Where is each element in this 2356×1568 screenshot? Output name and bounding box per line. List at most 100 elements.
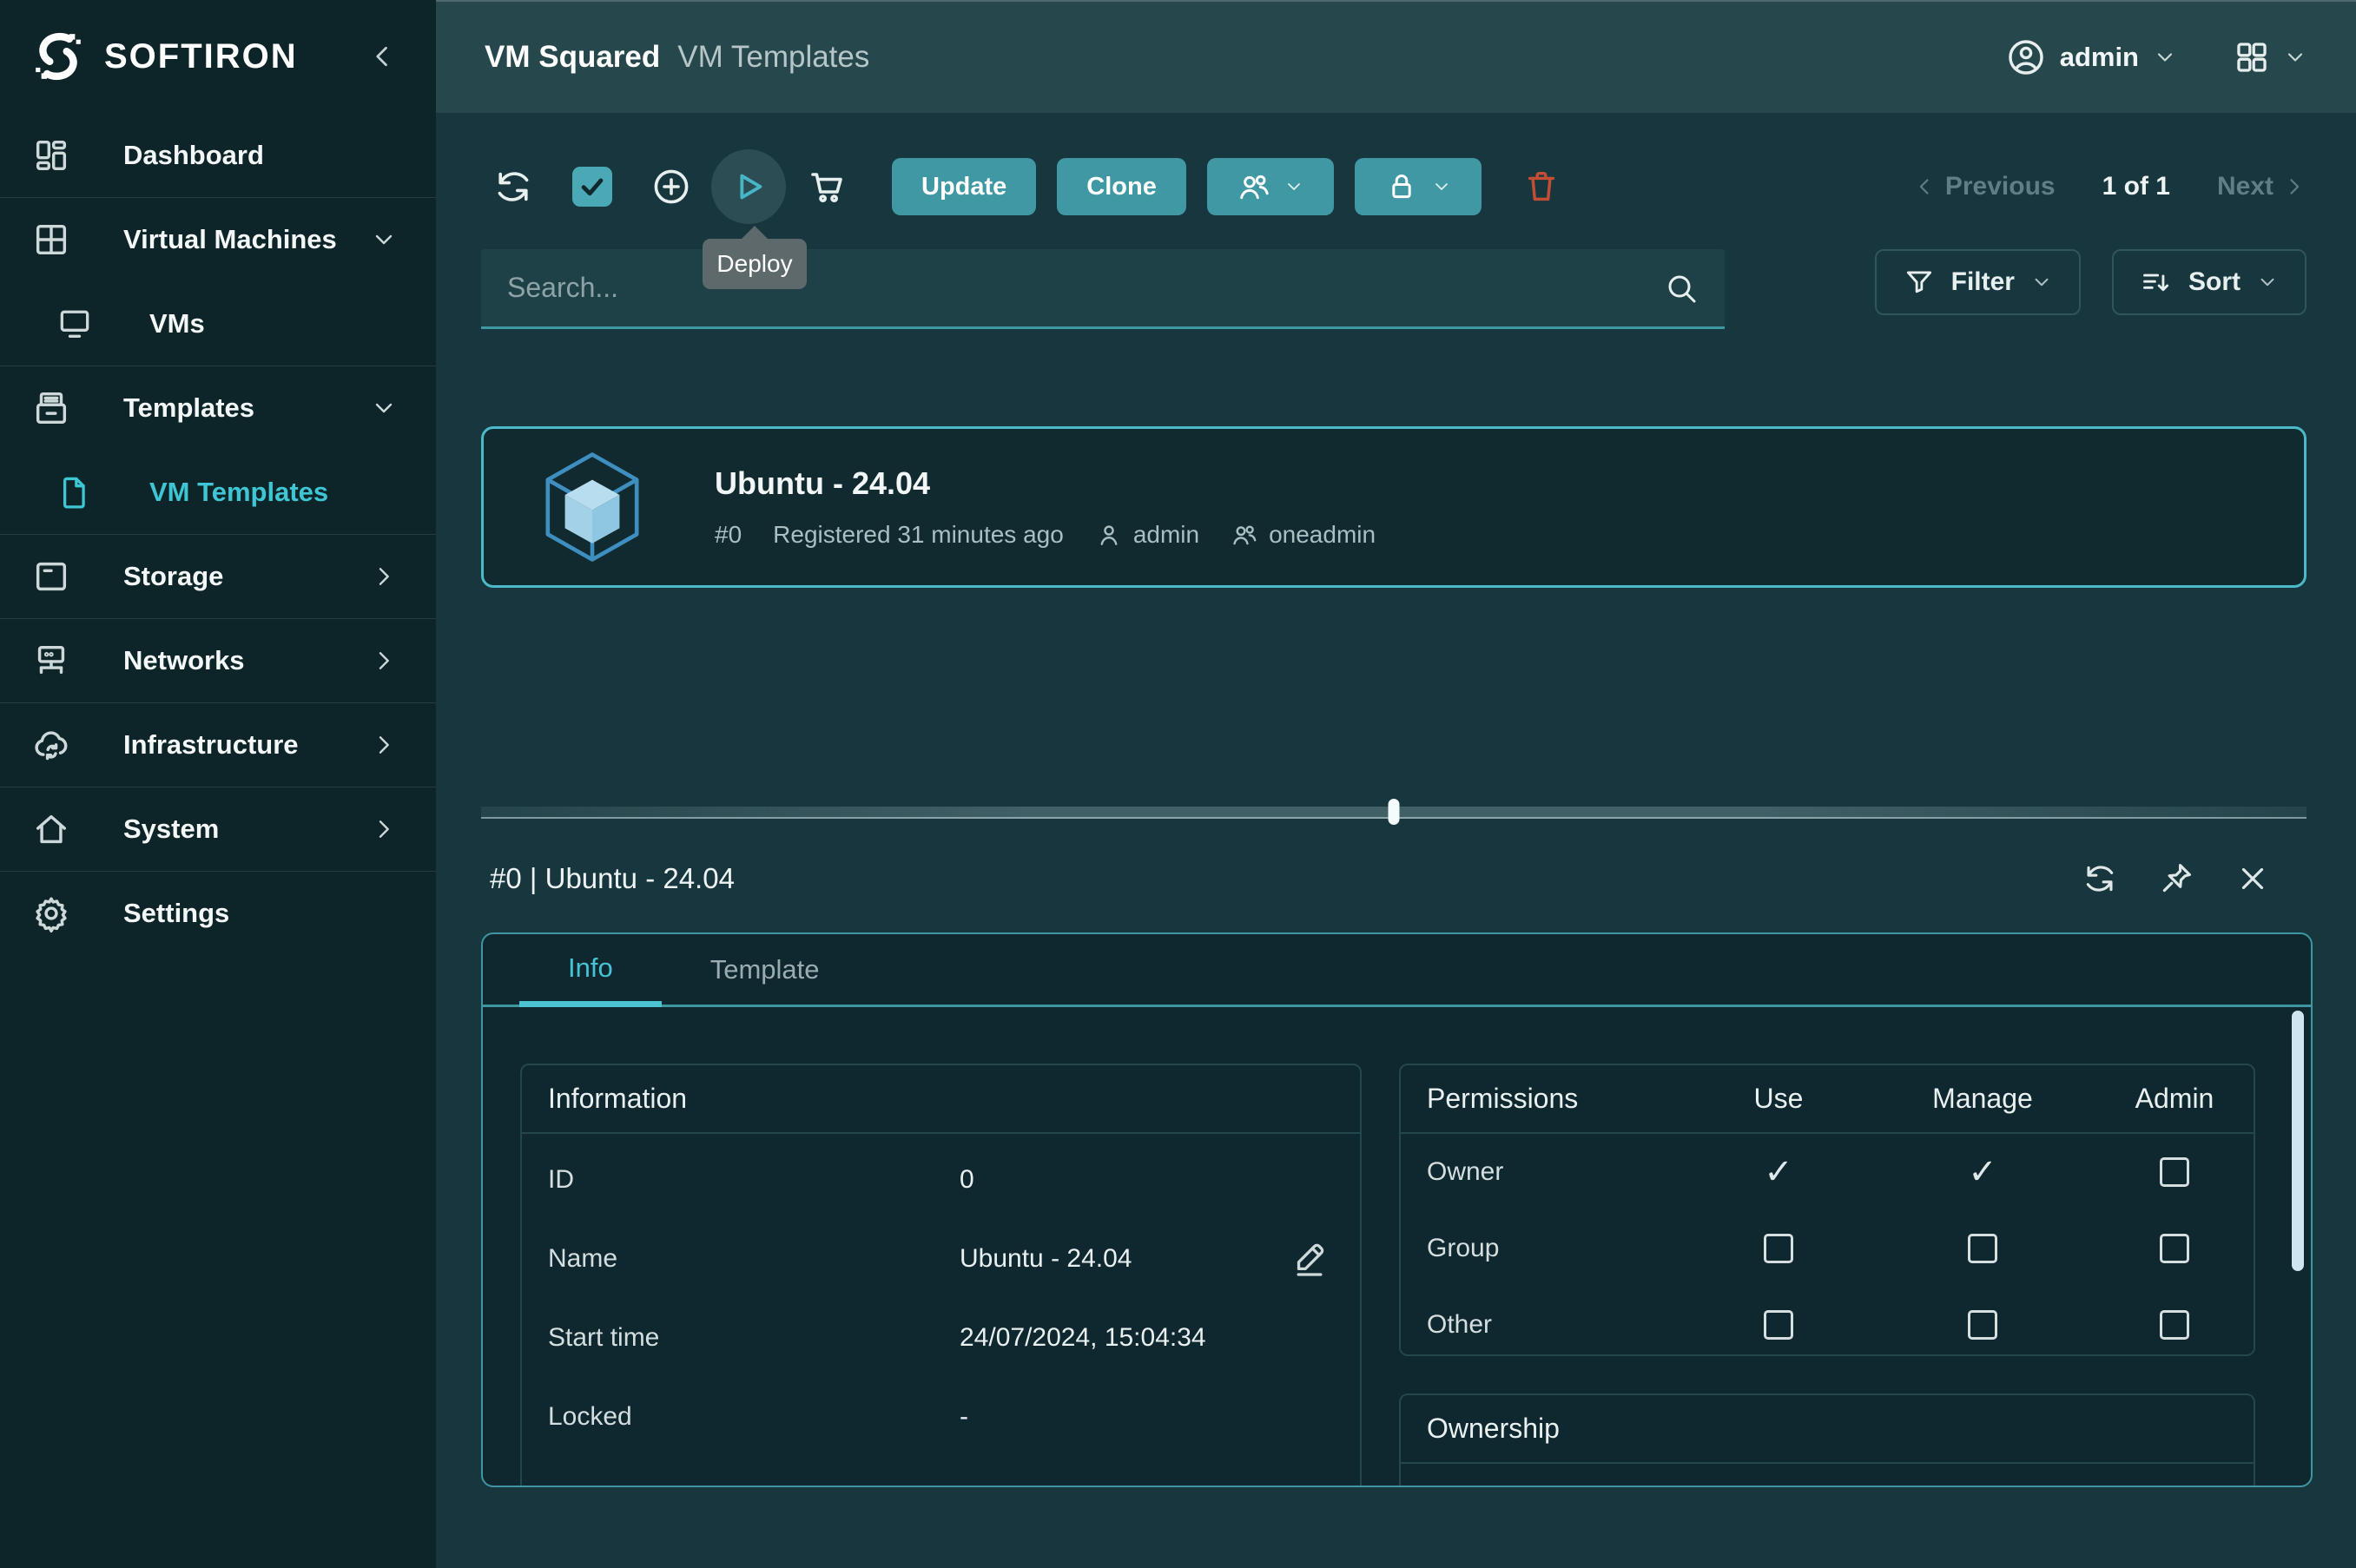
- networks-icon: [31, 641, 71, 681]
- sidebar-item-settings[interactable]: Settings: [0, 871, 436, 955]
- detail-panel-title: #0 | Ubuntu - 24.04: [490, 862, 735, 895]
- sidebar-header: SOFTIRON: [0, 0, 436, 113]
- refresh-icon[interactable]: [492, 166, 534, 208]
- chevron-left-icon: [1912, 175, 1937, 199]
- pagination: Previous 1 of 1 Next: [1912, 150, 2307, 223]
- brand-name: SOFTIRON: [104, 37, 366, 76]
- next-button[interactable]: Next: [2217, 172, 2307, 201]
- deploy-button[interactable]: [711, 149, 786, 224]
- grid-icon: [2233, 38, 2271, 76]
- permissions-title: Permissions: [1427, 1083, 1687, 1115]
- info-value: 0: [960, 1165, 1290, 1195]
- check-icon: [577, 172, 607, 201]
- cart-icon[interactable]: [807, 166, 848, 208]
- detail-panel-header: #0 | Ubuntu - 24.04: [481, 847, 2313, 911]
- chevron-down-icon: [370, 226, 398, 254]
- template-title: Ubuntu - 24.04: [715, 465, 1376, 502]
- checkbox-unchecked[interactable]: [1764, 1234, 1793, 1263]
- filter-button[interactable]: Filter: [1875, 249, 2081, 315]
- template-group-name: oneadmin: [1269, 521, 1376, 549]
- people-icon: [1237, 169, 1271, 204]
- chevron-down-icon: [2256, 271, 2279, 293]
- sidebar-item-label: VM Templates: [149, 477, 398, 508]
- user-menu[interactable]: admin: [2006, 37, 2177, 77]
- panel-scrollbar[interactable]: [2292, 1011, 2304, 1271]
- permissions-col-admin: Admin: [2095, 1083, 2254, 1115]
- deploy-tooltip: Deploy: [703, 239, 807, 289]
- ownership-dropdown-button[interactable]: [1207, 158, 1334, 215]
- permissions-row-label: Other: [1427, 1310, 1687, 1340]
- edit-icon[interactable]: [1290, 1240, 1329, 1278]
- main-content: Update Clone Previous 1 of 1 Next: [436, 113, 2356, 1568]
- previous-label: Previous: [1945, 172, 2056, 201]
- tab-info[interactable]: Info: [519, 934, 662, 1007]
- ownership-row-owner: Owner admin: [1401, 1474, 2254, 1487]
- delete-icon[interactable]: [1521, 167, 1561, 207]
- person-icon: [1095, 521, 1123, 549]
- lock-dropdown-button[interactable]: [1355, 158, 1482, 215]
- checkbox-unchecked[interactable]: [2160, 1234, 2189, 1263]
- info-label: ID: [548, 1165, 960, 1195]
- sidebar-item-dashboard[interactable]: Dashboard: [0, 113, 436, 197]
- update-button-label: Update: [921, 173, 1006, 201]
- apps-menu[interactable]: [2233, 38, 2307, 76]
- tab-template[interactable]: Template: [662, 934, 868, 1005]
- ownership-title: Ownership: [1401, 1395, 2254, 1464]
- sort-button[interactable]: Sort: [2112, 249, 2307, 315]
- user-circle-icon: [2006, 37, 2046, 77]
- ownership-section: Ownership Owner admin: [1399, 1393, 2255, 1487]
- sidebar-item-label: Storage: [123, 561, 370, 592]
- sidebar-item-templates[interactable]: Templates: [0, 366, 436, 450]
- permissions-col-manage: Manage: [1870, 1083, 2095, 1115]
- close-icon[interactable]: [2234, 860, 2271, 897]
- checkbox-unchecked[interactable]: [1764, 1310, 1793, 1340]
- permissions-row-other: Other: [1401, 1287, 2254, 1363]
- chevron-down-icon: [1431, 176, 1452, 197]
- sort-icon: [2140, 266, 2173, 299]
- checkbox-unchecked[interactable]: [1968, 1310, 1997, 1340]
- sidebar-item-vm-templates[interactable]: VM Templates: [0, 450, 436, 534]
- template-owner: admin: [1095, 521, 1199, 549]
- sidebar-item-infrastructure[interactable]: Infrastructure: [0, 702, 436, 787]
- info-row-name: Name Ubuntu - 24.04: [522, 1225, 1360, 1292]
- sort-label: Sort: [2188, 267, 2241, 297]
- sidebar-collapse-icon[interactable]: [366, 41, 398, 72]
- checkbox-unchecked[interactable]: [2160, 1157, 2189, 1187]
- search-bar: [481, 249, 1725, 329]
- pin-icon[interactable]: [2158, 860, 2194, 897]
- template-id: #0: [715, 521, 742, 549]
- chevron-down-icon: [2283, 45, 2307, 69]
- previous-button[interactable]: Previous: [1912, 172, 2056, 201]
- add-template-icon[interactable]: [650, 166, 692, 208]
- checkmark-icon[interactable]: ✓: [1968, 1155, 1997, 1189]
- detail-panel: Info Template Information ID 0 Name Ubun…: [481, 932, 2313, 1487]
- search-input[interactable]: [507, 272, 1664, 304]
- sidebar-item-vms[interactable]: VMs: [0, 281, 436, 366]
- refresh-icon[interactable]: [2082, 860, 2118, 897]
- checkbox-unchecked[interactable]: [1968, 1234, 1997, 1263]
- chevron-down-icon: [2153, 45, 2177, 69]
- clone-button[interactable]: Clone: [1057, 158, 1186, 215]
- sidebar-item-system[interactable]: System: [0, 787, 436, 871]
- breadcrumb: VM Templates: [677, 40, 869, 75]
- template-card[interactable]: Ubuntu - 24.04 #0 Registered 31 minutes …: [481, 426, 2307, 588]
- topbar: VM Squared VM Templates admin: [436, 0, 2356, 113]
- select-all-checkbox[interactable]: [572, 167, 612, 207]
- sidebar-item-networks[interactable]: Networks: [0, 618, 436, 702]
- chevron-right-icon: [370, 563, 398, 590]
- detail-body: Information ID 0 Name Ubuntu - 24.04 Sta…: [483, 1010, 2311, 1486]
- clone-button-label: Clone: [1086, 173, 1157, 201]
- checkmark-icon[interactable]: ✓: [1764, 1155, 1793, 1189]
- sidebar-item-virtual-machines[interactable]: Virtual Machines: [0, 197, 436, 281]
- search-icon[interactable]: [1664, 271, 1699, 306]
- gear-icon: [31, 893, 71, 933]
- template-meta: #0 Registered 31 minutes ago admin onead…: [715, 521, 1376, 549]
- info-label: Name: [548, 1244, 960, 1274]
- panel-resize-handle[interactable]: [481, 807, 2307, 819]
- checkbox-unchecked[interactable]: [2160, 1310, 2189, 1340]
- sidebar-item-storage[interactable]: Storage: [0, 534, 436, 618]
- chevron-down-icon: [1284, 176, 1304, 197]
- permissions-row-owner: Owner ✓ ✓: [1401, 1134, 2254, 1210]
- update-button[interactable]: Update: [892, 158, 1036, 215]
- next-label: Next: [2217, 172, 2274, 201]
